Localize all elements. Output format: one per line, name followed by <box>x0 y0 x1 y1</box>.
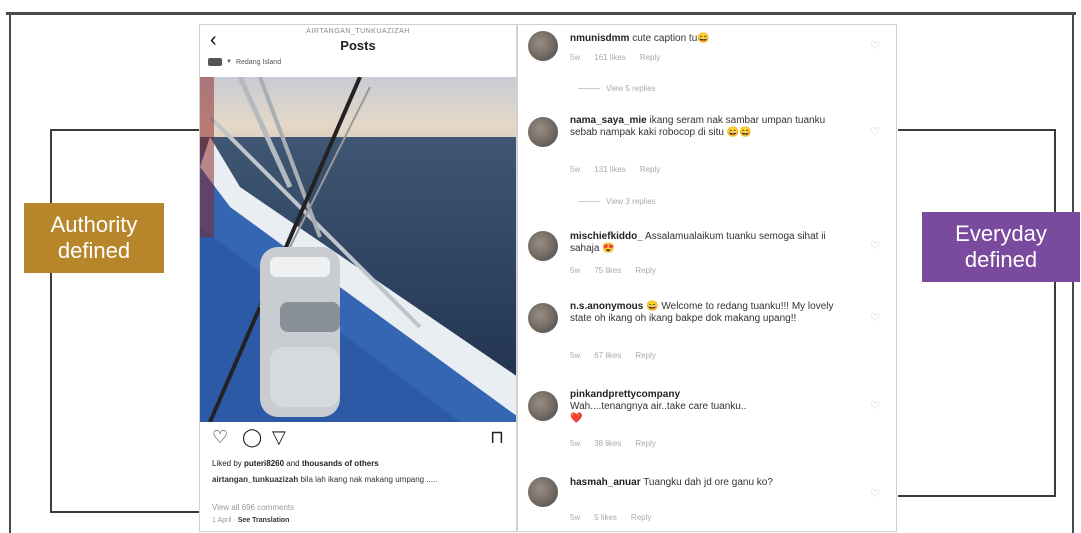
view-all-comments-link[interactable]: View all 696 comments <box>212 503 294 512</box>
post-footer: 1 April · See Translation <box>212 517 290 524</box>
caption-user[interactable]: airtangan_tunkuazizah <box>212 475 298 484</box>
comment-likes[interactable]: 131 likes <box>594 165 626 174</box>
heart-icon[interactable]: ♡ <box>870 399 880 412</box>
view-replies-link[interactable]: View 3 replies <box>578 197 656 206</box>
avatar[interactable] <box>528 117 558 147</box>
comments-screen: nmunisdmm cute caption tu😄 ♡ 5w 161 like… <box>517 24 897 532</box>
replies-divider <box>578 201 600 203</box>
frame-top-border <box>6 12 1076 15</box>
avatar[interactable] <box>528 31 558 61</box>
avatar[interactable] <box>528 303 558 333</box>
heart-icon[interactable]: ♡ <box>870 239 880 252</box>
comment-text: hasmah_anuar Tuangku dah jd ore ganu ko? <box>570 477 855 489</box>
comment-body: Tuangku dah jd ore ganu ko? <box>640 477 773 488</box>
right-bracket-line <box>898 129 1056 497</box>
bookmark-icon[interactable]: ⊓ <box>490 427 504 447</box>
avatar[interactable] <box>528 231 558 261</box>
reply-button[interactable]: Reply <box>640 165 660 174</box>
comment-likes[interactable]: 75 likes <box>594 266 621 275</box>
heart-icon[interactable]: ♡ <box>212 427 228 447</box>
replies-divider <box>578 88 600 90</box>
everyday-defined-label: Everyday defined <box>922 212 1080 282</box>
view-replies-label: View 3 replies <box>606 197 656 206</box>
liked-by-text[interactable]: Liked by puteri8260 and thousands of oth… <box>212 459 379 468</box>
heart-icon[interactable]: ♡ <box>870 487 880 500</box>
comment-meta: 5w 5 likes Reply <box>570 513 651 522</box>
comment-username[interactable]: pinkandprettycompany <box>570 389 680 400</box>
view-replies-link[interactable]: View 5 replies <box>578 84 656 93</box>
comment-emoji: 😄 <box>646 301 659 312</box>
comment-time: 5w <box>570 513 581 522</box>
comment-text: pinkandprettycompany Wah....tenangnya ai… <box>570 389 855 425</box>
avatar[interactable] <box>528 477 558 507</box>
comment-likes[interactable]: 38 likes <box>594 439 621 448</box>
comment-username[interactable]: mischiefkiddo_ <box>570 231 643 242</box>
comment-username[interactable]: nmunisdmm <box>570 33 629 44</box>
reply-button[interactable]: Reply <box>631 513 651 522</box>
comment-meta: 5w 38 likes Reply <box>570 439 656 448</box>
page-title: Posts <box>340 38 376 53</box>
comment-body: Wah....tenangnya air..take care tuanku.. <box>570 401 747 412</box>
view-replies-label: View 5 replies <box>606 84 656 93</box>
liked-by-middle: and <box>284 459 302 468</box>
dropdown-icon: ▼ <box>226 59 232 65</box>
frame-left-border <box>9 14 11 533</box>
reply-button[interactable]: Reply <box>640 53 660 62</box>
reply-button[interactable]: Reply <box>635 351 655 360</box>
comment-body: cute caption tu <box>629 33 698 44</box>
liked-by-prefix: Liked by <box>212 459 245 468</box>
comment-meta: 5w 67 likes Reply <box>570 351 656 360</box>
comment-meta: 5w 161 likes Reply <box>570 53 660 62</box>
post-caption: airtangan_tunkuazizah bila lah ikang nak… <box>212 475 502 485</box>
slide: Authority defined Everyday defined ‹ AIR… <box>0 0 1081 533</box>
comment-icon[interactable]: ◯ <box>242 427 262 447</box>
post-photo[interactable] <box>200 77 516 422</box>
comment-emoji: 😍 <box>602 243 615 254</box>
comment-likes[interactable]: 161 likes <box>594 53 626 62</box>
location-label: Redang Island <box>235 58 282 66</box>
liked-by-others[interactable]: thousands of others <box>302 459 379 468</box>
comment-time: 5w <box>570 266 581 275</box>
reply-button[interactable]: Reply <box>635 439 655 448</box>
instagram-post-screen: ‹ AIRTANGAN_TUNKUAZIZAH Posts ▼ Redang I… <box>199 24 517 532</box>
heart-icon[interactable]: ♡ <box>870 39 880 52</box>
comment-emoji: 😄😄 <box>726 127 752 138</box>
heart-icon[interactable]: ♡ <box>870 311 880 324</box>
heart-icon[interactable]: ♡ <box>870 125 880 138</box>
reply-button[interactable]: Reply <box>635 266 655 275</box>
post-actions: ♡ ◯ ▽ ⊓ <box>212 427 510 449</box>
comment-likes[interactable]: 67 likes <box>594 351 621 360</box>
comment-time: 5w <box>570 351 581 360</box>
comment-username[interactable]: n.s.anonymous <box>570 301 643 312</box>
caption-text: bila lah ikang nak makang umpang ..... <box>298 475 438 484</box>
post-header: ‹ AIRTANGAN_TUNKUAZIZAH Posts ▼ Redang I… <box>200 25 516 77</box>
comment-text: nama_saya_mie ikang seram nak sambar ump… <box>570 115 855 139</box>
post-time: 1 April <box>212 517 232 524</box>
comment-text: nmunisdmm cute caption tu😄 <box>570 33 855 45</box>
comment-emoji: ❤️ <box>570 413 583 424</box>
authority-defined-label: Authority defined <box>24 203 164 273</box>
boat-sea-image <box>200 77 516 422</box>
authority-defined-text: Authority defined <box>50 212 138 263</box>
comment-time: 5w <box>570 165 581 174</box>
account-header: AIRTANGAN_TUNKUAZIZAH <box>306 28 410 35</box>
comment-time: 5w <box>570 53 581 62</box>
everyday-defined-text: Everyday defined <box>955 221 1047 272</box>
avatar[interactable] <box>528 391 558 421</box>
location-row[interactable]: ▼ Redang Island <box>208 58 281 66</box>
comment-username[interactable]: hasmah_anuar <box>570 477 641 488</box>
share-icon[interactable]: ▽ <box>272 427 286 447</box>
comment-meta: 5w 131 likes Reply <box>570 165 660 174</box>
comment-text: mischiefkiddo_ Assalamualaikum tuanku se… <box>570 231 855 255</box>
comment-time: 5w <box>570 439 581 448</box>
comment-likes[interactable]: 5 likes <box>594 513 617 522</box>
left-bracket-line <box>50 129 200 513</box>
comment-text: n.s.anonymous 😄 Welcome to redang tuanku… <box>570 301 855 325</box>
see-translation-link[interactable]: See Translation <box>238 517 290 524</box>
comment-username[interactable]: nama_saya_mie <box>570 115 647 126</box>
comment-emoji: 😄 <box>697 33 710 44</box>
liked-by-user[interactable]: puteri8260 <box>244 459 284 468</box>
comment-meta: 5w 75 likes Reply <box>570 266 656 275</box>
avatar <box>208 58 222 66</box>
